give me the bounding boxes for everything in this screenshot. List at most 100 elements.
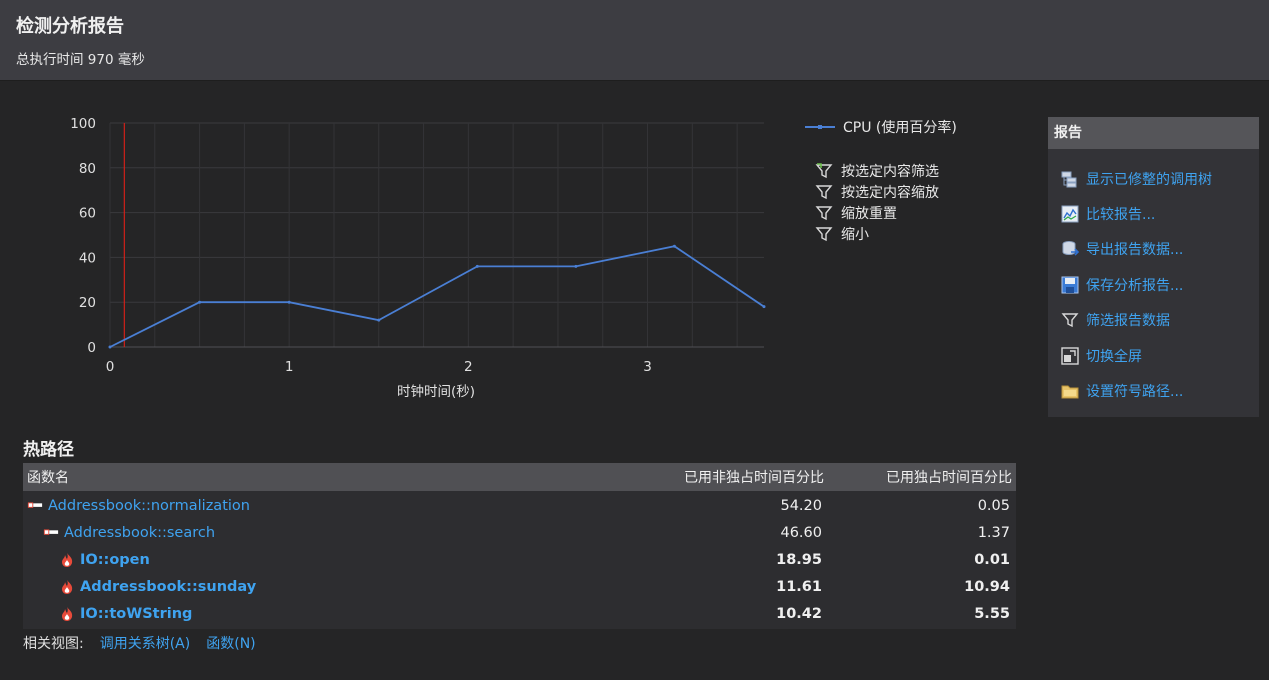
call-tree-icon — [1060, 169, 1080, 189]
hot-path-icon — [27, 498, 43, 514]
y-tick-label: 80 — [79, 161, 96, 177]
column-exclusive-percent[interactable]: 已用独占时间百分比 — [832, 467, 1016, 487]
y-tick-label: 60 — [79, 206, 96, 222]
table-row[interactable]: Addressbook::search 46.60 1.37 — [23, 520, 1016, 547]
hot-path-table: 函数名 已用非独占时间百分比 已用独占时间百分比 Addressbook::no… — [23, 463, 1016, 629]
cpu-series-line — [109, 245, 765, 348]
export-report-data-label: 导出报告数据... — [1086, 242, 1184, 259]
data-point — [377, 318, 381, 322]
cpu-usage-chart[interactable]: 0 20 40 60 80 100 0 1 2 3 时钟时间(秒) — [0, 0, 800, 420]
filter-icon — [815, 226, 833, 241]
fullscreen-icon — [1060, 346, 1080, 366]
inclusive-percent-cell: 18.95 — [776, 551, 822, 568]
toggle-fullscreen-label: 切换全屏 — [1086, 348, 1142, 365]
filter-icon — [815, 184, 833, 199]
y-tick-label: 20 — [79, 295, 96, 311]
x-tick-label: 2 — [464, 359, 473, 375]
compare-icon — [1060, 204, 1080, 224]
toggle-fullscreen-link[interactable]: 切换全屏 — [1048, 338, 1259, 373]
column-function-name[interactable]: 函数名 — [23, 467, 624, 487]
chart-actions: 按选定内容筛选 按选定内容缩放 缩放重置 缩小 — [815, 160, 939, 244]
x-tick-label: 3 — [643, 359, 652, 375]
save-analysis-report-label: 保存分析报告... — [1086, 277, 1184, 294]
inclusive-percent-cell: 11.61 — [776, 578, 822, 595]
function-name-link[interactable]: Addressbook::sunday — [80, 579, 256, 595]
legend-label: CPU (使用百分率) — [843, 120, 957, 136]
zoom-out-action[interactable]: 缩小 — [815, 223, 939, 244]
report-panel: 报告 显示已修整的调用树 比较报告... 导出报告数据... 保存分析报告... — [1048, 117, 1259, 417]
x-tick-label: 0 — [106, 359, 115, 375]
function-name-link[interactable]: IO::open — [80, 552, 150, 568]
show-trimmed-call-tree-label: 显示已修整的调用树 — [1086, 171, 1212, 188]
compare-reports-label: 比较报告... — [1086, 207, 1156, 224]
table-header: 函数名 已用非独占时间百分比 已用独占时间百分比 — [23, 463, 1016, 491]
zoom-to-selection-action[interactable]: 按选定内容缩放 — [815, 181, 939, 202]
hot-path-title: 热路径 — [23, 440, 74, 460]
column-inclusive-percent[interactable]: 已用非独占时间百分比 — [624, 467, 832, 487]
inclusive-percent-cell: 10.42 — [776, 605, 822, 622]
y-axis-ticks: 0 20 40 60 80 100 — [70, 116, 96, 356]
function-name-link[interactable]: Addressbook::search — [64, 525, 215, 541]
table-body: Addressbook::normalization 54.20 0.05 Addre… — [23, 491, 1016, 629]
reset-zoom-action[interactable]: 缩放重置 — [815, 202, 939, 223]
flame-icon — [59, 552, 75, 568]
set-symbol-path-link[interactable]: 设置符号路径... — [1048, 373, 1259, 408]
data-point — [574, 264, 578, 268]
x-tick-label: 1 — [285, 359, 294, 375]
folder-icon — [1060, 381, 1080, 401]
table-row[interactable]: Addressbook::sunday 11.61 10.94 — [23, 573, 1016, 600]
exclusive-percent-cell: 10.94 — [964, 578, 1010, 595]
report-panel-title: 报告 — [1048, 117, 1259, 149]
hot-path-icon — [43, 525, 59, 541]
y-tick-label: 40 — [79, 250, 96, 266]
filter-report-data-label: 筛选报告数据 — [1086, 313, 1170, 330]
save-icon — [1060, 275, 1080, 295]
exclusive-percent-cell: 5.55 — [974, 605, 1010, 622]
related-views: 相关视图: 调用关系树(A) 函数(N) — [23, 633, 256, 653]
filter-selection-icon — [815, 162, 833, 178]
chart-series — [108, 123, 766, 349]
data-point — [762, 305, 766, 309]
inclusive-percent-cell: 46.60 — [780, 525, 822, 542]
exclusive-percent-cell: 1.37 — [977, 525, 1010, 542]
call-tree-view-link[interactable]: 调用关系树(A) — [100, 633, 191, 653]
filter-by-selection-label: 按选定内容筛选 — [841, 163, 939, 180]
chart-legend: CPU (使用百分率) — [805, 118, 957, 136]
inclusive-percent-cell: 54.20 — [780, 498, 822, 515]
table-row[interactable]: Addressbook::normalization 54.20 0.05 — [23, 493, 1016, 520]
chart-grid — [109, 122, 764, 348]
data-point — [287, 300, 291, 304]
zoom-to-selection-label: 按选定内容缩放 — [841, 184, 939, 201]
zoom-out-label: 缩小 — [841, 226, 869, 243]
reset-zoom-label: 缩放重置 — [841, 205, 897, 222]
legend-entry-cpu: CPU (使用百分率) — [805, 118, 957, 136]
save-analysis-report-link[interactable]: 保存分析报告... — [1048, 267, 1259, 302]
data-point — [475, 264, 479, 268]
flame-icon — [59, 579, 75, 595]
function-name-link[interactable]: IO::toWString — [80, 606, 192, 622]
filter-report-data-link[interactable]: 筛选报告数据 — [1048, 303, 1259, 338]
set-symbol-path-label: 设置符号路径... — [1086, 384, 1184, 401]
filter-by-selection-action[interactable]: 按选定内容筛选 — [815, 160, 939, 181]
related-views-label: 相关视图: — [23, 636, 84, 652]
flame-icon — [59, 606, 75, 622]
filter-icon — [815, 205, 833, 220]
show-trimmed-call-tree-link[interactable]: 显示已修整的调用树 — [1048, 161, 1259, 196]
compare-reports-link[interactable]: 比较报告... — [1048, 196, 1259, 231]
export-icon — [1060, 239, 1080, 259]
table-row[interactable]: IO::toWString 10.42 5.55 — [23, 600, 1016, 627]
y-tick-label: 0 — [87, 340, 96, 356]
exclusive-percent-cell: 0.01 — [974, 551, 1010, 568]
exclusive-percent-cell: 0.05 — [977, 498, 1010, 515]
x-axis-label: 时钟时间(秒) — [397, 383, 475, 400]
data-point — [198, 300, 202, 304]
filter-icon — [1060, 310, 1080, 330]
y-tick-label: 100 — [70, 116, 96, 132]
functions-view-link[interactable]: 函数(N) — [206, 633, 255, 653]
data-point — [672, 244, 676, 248]
function-name-link[interactable]: Addressbook::normalization — [48, 498, 250, 514]
data-point — [108, 345, 112, 349]
table-row[interactable]: IO::open 18.95 0.01 — [23, 547, 1016, 574]
export-report-data-link[interactable]: 导出报告数据... — [1048, 232, 1259, 267]
legend-swatch — [805, 125, 835, 129]
